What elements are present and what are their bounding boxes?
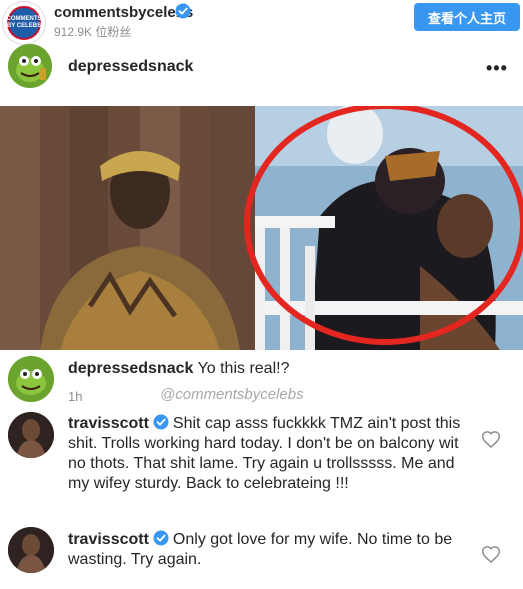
comment-avatar[interactable] bbox=[8, 412, 54, 458]
comments-by-celebs-logo: COMMENTS BY CELEBS bbox=[7, 6, 42, 40]
more-options-icon[interactable]: ••• bbox=[486, 58, 508, 79]
comment-avatar[interactable] bbox=[8, 527, 54, 573]
account-avatar[interactable]: COMMENTS BY CELEBS bbox=[2, 1, 46, 45]
comment-username[interactable]: travisscott bbox=[68, 415, 149, 432]
person-avatar-icon bbox=[8, 527, 54, 573]
comment-username[interactable]: travisscott bbox=[68, 531, 149, 548]
post-image[interactable] bbox=[0, 106, 523, 350]
like-heart-icon[interactable] bbox=[481, 430, 501, 450]
comment-text: Yo this real!? bbox=[197, 360, 290, 377]
watermark: @commentsbycelebs bbox=[160, 386, 304, 403]
comment-timestamp: 1h bbox=[68, 389, 83, 404]
kermit-avatar-icon bbox=[8, 356, 54, 402]
comment-avatar[interactable] bbox=[8, 356, 54, 402]
comment-body: depressedsnack Yo this real!? bbox=[68, 359, 289, 379]
verified-badge-icon bbox=[175, 3, 191, 19]
post-author-avatar[interactable] bbox=[8, 44, 52, 88]
follower-count: 912.9K 位粉丝 bbox=[54, 25, 132, 39]
post-photo-collage bbox=[0, 106, 523, 350]
comment-body: travisscott Shit cap asss fuckkkk TMZ ain… bbox=[68, 414, 480, 494]
view-profile-button[interactable]: 查看个人主页 bbox=[414, 3, 520, 31]
verified-badge-icon bbox=[153, 414, 169, 430]
account-name[interactable]: commentsbycelebs bbox=[54, 4, 193, 21]
kermit-avatar-icon bbox=[8, 44, 52, 88]
comment-username[interactable]: depressedsnack bbox=[68, 360, 193, 377]
like-heart-icon[interactable] bbox=[481, 545, 501, 565]
comment-body: travisscott Only got love for my wife. No… bbox=[68, 530, 480, 570]
person-avatar-icon bbox=[8, 412, 54, 458]
verified-badge-icon bbox=[153, 530, 169, 546]
post-author-username[interactable]: depressedsnack bbox=[68, 58, 193, 76]
